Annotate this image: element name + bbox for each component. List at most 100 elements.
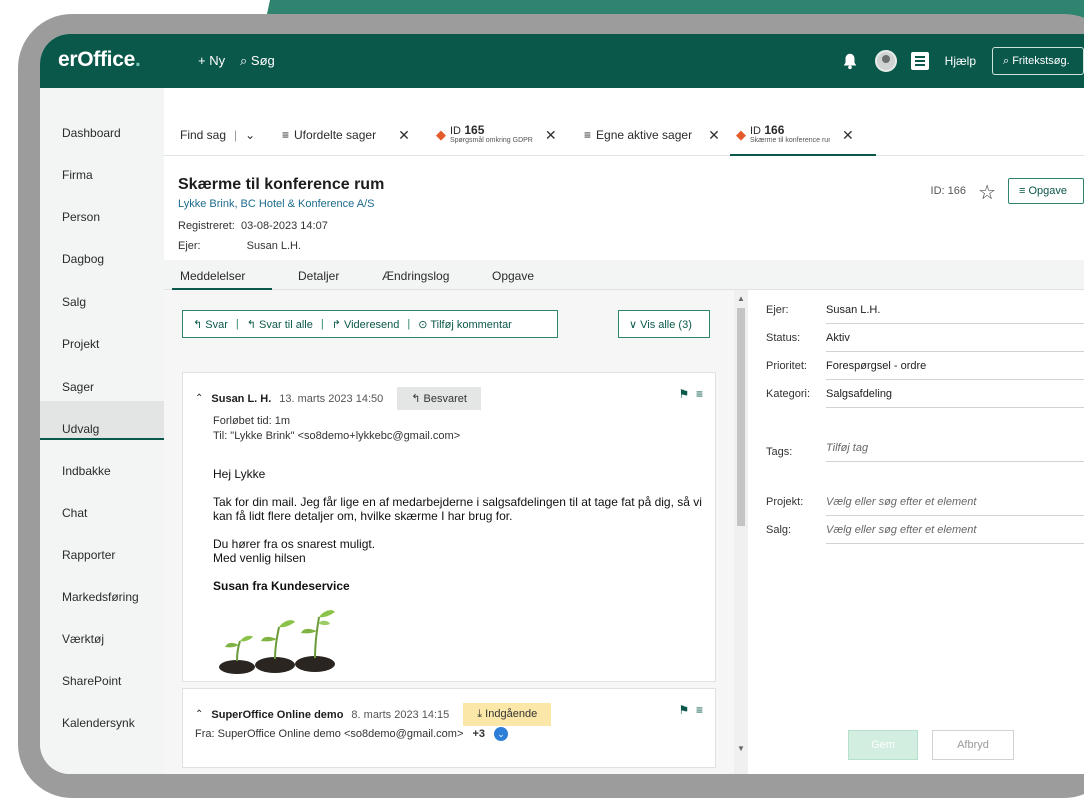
recipient: Til: "Lykke Brink" <so8demo+lykkebc@gmai…	[213, 430, 461, 442]
message-date: 13. marts 2023 14:50	[279, 392, 384, 405]
sidebar-item-salg[interactable]: Salg	[62, 295, 86, 309]
greeting: Hej Lykke	[213, 467, 266, 481]
sender-line: Fra: SuperOffice Online demo <so8demo@gm…	[195, 727, 509, 741]
tab-id: 166	[764, 122, 785, 137]
sidebar-item-indbakke[interactable]: Indbakke	[62, 464, 111, 478]
sidebar-active-indicator	[40, 401, 164, 440]
save-button[interactable]: Gem	[848, 730, 918, 760]
priority-field[interactable]: Prioritet: Forespørgsel - ordre	[766, 354, 1084, 380]
tab-meddelelser[interactable]: Meddelelser	[180, 269, 245, 283]
forward-button[interactable]: ↱ Videresend	[332, 318, 400, 331]
close-icon[interactable]: ✕	[708, 127, 720, 144]
incoming-badge: ⤓ Indgående	[463, 703, 552, 726]
scroll-down-icon[interactable]: ▼	[737, 744, 745, 753]
avatar[interactable]	[874, 50, 897, 72]
sidebar-item-projekt[interactable]: Projekt	[62, 337, 99, 351]
page-title: Skærme til konference rum	[178, 176, 385, 193]
status-field[interactable]: Status: Aktiv	[766, 326, 1084, 352]
tab-separator: |	[234, 128, 238, 142]
find-case-label: Find sag	[180, 128, 227, 142]
tab-subtitle: Skærme til konference rum	[750, 136, 830, 144]
close-icon[interactable]: ✕	[398, 127, 410, 144]
app-logo[interactable]: erOffice.	[58, 48, 141, 72]
plants-image	[219, 610, 335, 674]
tab-subtitle: Spørgsmål omkring GDPR	[450, 136, 533, 144]
close-icon[interactable]: ✕	[545, 127, 557, 144]
ticket-icon: ◆	[736, 127, 746, 142]
sender-name: Susan L. H.	[211, 392, 272, 405]
sidebar-item-udvalg[interactable]: Udvalg	[62, 422, 99, 436]
menu-icon[interactable]: ≡	[696, 387, 703, 401]
bell-icon[interactable]	[841, 52, 859, 70]
chevron-circle-icon[interactable]: ⌄	[494, 727, 509, 741]
list-icon: ≡	[282, 128, 290, 142]
chevron-up-icon[interactable]: ⌃	[195, 709, 203, 720]
app-window: erOffice. + Ny ⌕ Søg Hjælp ⌕ Fritekstsøg…	[40, 34, 1084, 774]
project-field[interactable]: Projekt: Vælg eller søg efter et element	[766, 490, 1084, 516]
task-button[interactable]: ≡ Opgave	[1008, 178, 1084, 204]
sidebar-item-vaerktoj[interactable]: Værktøj	[62, 632, 104, 646]
flag-icon[interactable]: ⚑	[679, 387, 690, 401]
tags-field[interactable]: Tags: Tilføj tag	[766, 436, 1084, 462]
freetext-search-input[interactable]: ⌕ Fritekstsøg.	[992, 47, 1084, 75]
tab-case-165[interactable]: ◆ ID 165 Spørgsmål omkring GDPR ✕	[436, 114, 557, 156]
sidebar-item-chat[interactable]: Chat	[62, 506, 87, 520]
sidebar-item-sharepoint[interactable]: SharePoint	[62, 674, 121, 688]
scroll-up-icon[interactable]: ▲	[737, 294, 745, 303]
reply-all-button[interactable]: ↰ Svar til alle	[247, 318, 313, 331]
message-card: ⌃ Susan L. H. 13. marts 2023 14:50 ↰ Bes…	[182, 372, 716, 682]
sidebar-item-dagbog[interactable]: Dagbog	[62, 252, 104, 266]
sub-tab-bar: Meddelelser Detaljer Ændringslog Opgave	[164, 260, 1084, 290]
sidebar-item-kalendersynk[interactable]: Kalendersynk	[62, 716, 135, 730]
add-comment-button[interactable]: ⊙ Tilføj kommentar	[418, 318, 512, 331]
reply-button[interactable]: ↰ Svar	[193, 318, 228, 331]
company-link[interactable]: Lykke Brink, BC Hotel & Konference A/S	[178, 198, 374, 210]
sidebar-item-firma[interactable]: Firma	[62, 168, 93, 182]
message-card: ⌃ SuperOffice Online demo 8. marts 2023 …	[182, 688, 716, 768]
case-header: Skærme til konference rum Lykke Brink, B…	[164, 156, 1084, 260]
more-recipients[interactable]: +3	[472, 728, 485, 740]
tab-aendringslog[interactable]: Ændringslog	[382, 269, 449, 283]
sidebar-item-person[interactable]: Person	[62, 210, 100, 224]
sidebar: Dashboard Firma Person Dagbog Salg Proje…	[40, 88, 164, 774]
ticket-icon: ◆	[436, 127, 446, 142]
show-all-button[interactable]: ∨ Vis alle (3)	[618, 310, 710, 338]
top-navigation-bar: erOffice. + Ny ⌕ Søg Hjælp ⌕ Fritekstsøg…	[40, 34, 1084, 88]
owner-row: Ejer: Susan L.H.	[178, 240, 302, 252]
sidebar-item-dashboard[interactable]: Dashboard	[62, 126, 121, 140]
document-icon[interactable]	[910, 52, 929, 70]
list-icon: ≡	[584, 128, 592, 142]
tab-unassigned-cases[interactable]: ≡ Ufordelte sager ✕	[282, 114, 410, 156]
star-icon[interactable]: ☆	[978, 180, 996, 205]
tab-label: Ufordelte sager	[294, 128, 377, 142]
close-icon[interactable]: ✕	[842, 127, 854, 144]
owner-field[interactable]: Ejer: Susan L.H.	[766, 298, 1084, 324]
body-paragraph: Tak for din mail. Jeg får lige en af med…	[213, 495, 702, 523]
closing: Med venlig hilsen	[213, 551, 306, 565]
sidebar-item-rapporter[interactable]: Rapporter	[62, 548, 115, 562]
help-link[interactable]: Hjælp	[945, 54, 976, 68]
tab-opgave[interactable]: Opgave	[492, 269, 534, 283]
sidebar-item-sager[interactable]: Sager	[62, 380, 94, 394]
chevron-down-icon[interactable]: ⌄	[245, 128, 255, 142]
search-button[interactable]: ⌕ Søg	[240, 53, 275, 69]
messages-pane: ↰ Svar | ↰ Svar til alle | ↱ Videresend …	[164, 290, 746, 774]
flag-icon[interactable]: ⚑	[679, 703, 690, 717]
message-body: Hej Lykke Tak for din mail. Jeg får lige…	[213, 467, 703, 607]
chevron-up-icon[interactable]: ⌃	[195, 393, 203, 404]
sender-name: SuperOffice Online demo	[211, 708, 344, 721]
cancel-button[interactable]: Afbryd	[932, 730, 1014, 760]
sender-address: Fra: SuperOffice Online demo <so8demo@gm…	[195, 727, 464, 740]
scrollbar-thumb[interactable]	[737, 308, 745, 526]
find-case-tab[interactable]: Find sag | ⌄	[180, 114, 255, 156]
tab-detaljer[interactable]: Detaljer	[298, 269, 339, 283]
tab-case-166[interactable]: ◆ ID 166 Skærme til konference rum ✕	[736, 114, 854, 156]
tab-label: Egne aktive sager	[596, 128, 693, 142]
menu-icon[interactable]: ≡	[696, 703, 703, 717]
new-button[interactable]: + Ny	[198, 53, 225, 68]
category-field[interactable]: Kategori: Salgsafdeling	[766, 382, 1084, 408]
sale-field[interactable]: Salg: Vælg eller søg efter et element	[766, 518, 1084, 544]
signature: Susan fra Kundeservice	[213, 579, 350, 593]
tab-my-active-cases[interactable]: ≡ Egne aktive sager ✕	[584, 114, 720, 156]
sidebar-item-markedsforing[interactable]: Markedsføring	[62, 590, 139, 604]
